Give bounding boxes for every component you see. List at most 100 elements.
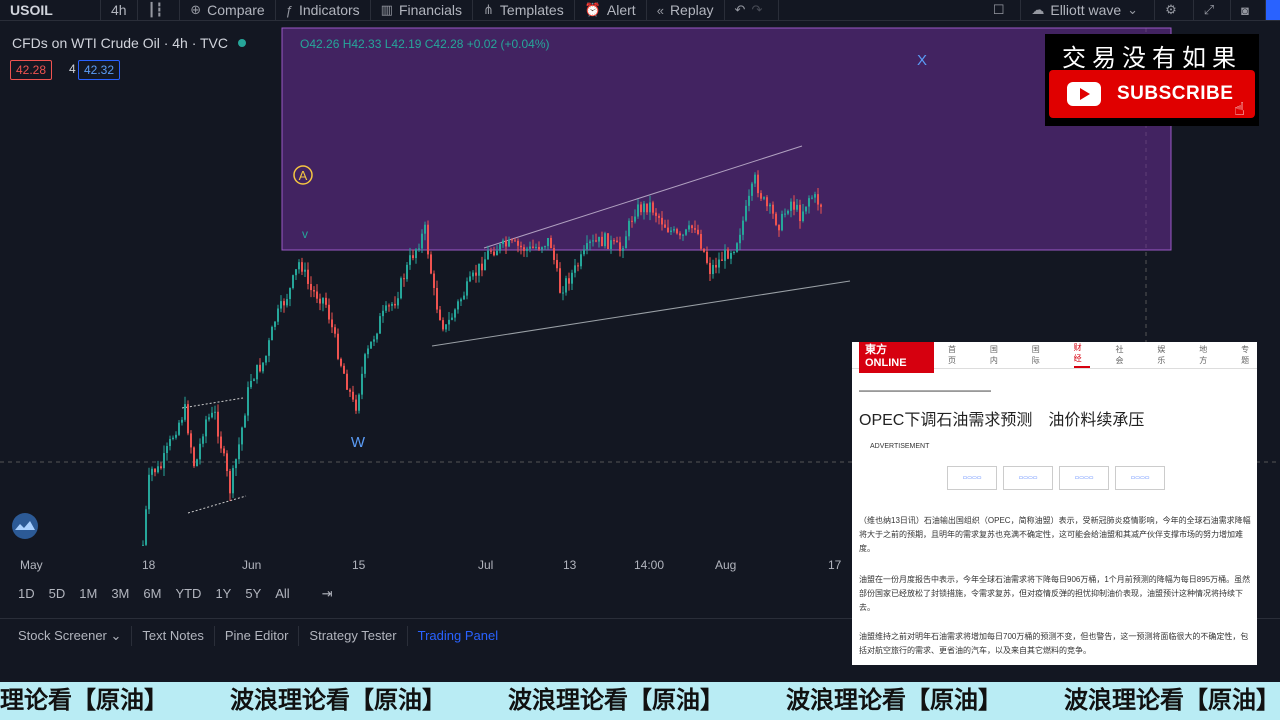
- news-nav-item[interactable]: 首页: [948, 344, 964, 366]
- range-all-button[interactable]: All: [275, 586, 289, 602]
- financials-button[interactable]: ▥ Financials: [371, 0, 473, 20]
- range-1d-button[interactable]: 1D: [18, 586, 35, 602]
- layout-name-button[interactable]: ☁ Elliott wave ⌄: [1021, 0, 1156, 20]
- candle-body: [334, 327, 336, 334]
- article-paragraph-2: 油盟在一份月度报告中表示，今年全球石油需求将下降每日906万桶，1个月前预测的降…: [859, 575, 1251, 612]
- undo-button[interactable]: ↶ ↷: [725, 0, 780, 20]
- fullscreen-button[interactable]: ⤢: [1194, 0, 1232, 20]
- replay-button[interactable]: « Replay: [647, 0, 725, 20]
- target-zone-rectangle[interactable]: [281, 27, 1172, 251]
- candle-body: [610, 240, 612, 249]
- tab-strategy-tester[interactable]: Strategy Tester: [299, 626, 408, 646]
- candle-body: [745, 205, 747, 221]
- range-5d-button[interactable]: 5D: [49, 586, 66, 602]
- news-nav-item[interactable]: 社会: [1116, 344, 1132, 366]
- range-6m-button[interactable]: 6M: [143, 586, 161, 602]
- date-range-icon[interactable]: ⇥: [322, 586, 333, 602]
- compare-button[interactable]: ⊕ Compare: [180, 0, 276, 20]
- candle-body: [190, 433, 192, 448]
- candle-body: [643, 203, 645, 213]
- candle-body: [322, 297, 324, 304]
- tab-trading-panel[interactable]: Trading Panel: [408, 626, 508, 646]
- templates-button[interactable]: ⋔ Templates: [473, 0, 575, 20]
- tv-logo-icon[interactable]: [12, 513, 38, 539]
- news-nav-item[interactable]: 专题: [1241, 344, 1257, 366]
- youtube-icon: [1067, 82, 1101, 106]
- candle-body: [772, 204, 774, 214]
- chevron-down-icon: ⌄: [1127, 2, 1139, 17]
- tab-text-notes[interactable]: Text Notes: [132, 626, 215, 646]
- publish-button[interactable]: [1266, 0, 1280, 20]
- candle-body: [766, 197, 768, 207]
- candle-body: [508, 239, 510, 247]
- candles-icon: ┃┇: [147, 2, 164, 17]
- candle-body: [199, 443, 201, 460]
- tab-stock-screener[interactable]: Stock Screener ⌄: [0, 626, 133, 646]
- candle-body: [811, 197, 813, 199]
- candle-body: [151, 468, 153, 475]
- settings-button[interactable]: ⚙: [1155, 0, 1194, 20]
- lower-channel-line[interactable]: [431, 280, 851, 347]
- ticker-text: 波浪理论看【原油】: [230, 687, 446, 714]
- candle-body: [295, 269, 297, 276]
- chevron-down-icon: ⌄: [110, 628, 122, 643]
- range-1y-button[interactable]: 1Y: [215, 586, 231, 602]
- snapshot-button[interactable]: ◙: [1231, 0, 1266, 20]
- candle-body: [784, 213, 786, 215]
- news-nav-item[interactable]: 地方: [1199, 344, 1215, 366]
- flag-lower-line[interactable]: [187, 495, 247, 514]
- news-nav-item[interactable]: 国内: [990, 344, 1006, 366]
- candle-body: [487, 250, 489, 260]
- candle-body: [340, 358, 342, 366]
- candle-body: [286, 299, 288, 306]
- interval-button[interactable]: 4h: [101, 0, 138, 20]
- alert-button[interactable]: ⏰ Alert: [575, 0, 647, 20]
- flag-upper-line[interactable]: [181, 397, 244, 409]
- candle-body: [748, 195, 750, 206]
- candle-body: [547, 237, 549, 247]
- wave-x-label: X: [917, 52, 927, 69]
- subscribe-button[interactable]: SUBSCRIBE ☝: [1049, 70, 1255, 119]
- candle-body: [166, 446, 168, 454]
- wave-v-label: v: [302, 227, 308, 241]
- candle-body: [400, 278, 402, 299]
- candle-body: [817, 194, 819, 205]
- news-nav-item[interactable]: 娱乐: [1157, 344, 1173, 366]
- range-3m-button[interactable]: 3M: [111, 586, 129, 602]
- candle-body: [448, 319, 450, 325]
- sell-price-button[interactable]: 42.28: [10, 60, 53, 80]
- compare-label: Compare: [207, 2, 265, 18]
- candle-body: [706, 251, 708, 263]
- indicators-label: Indicators: [298, 2, 360, 18]
- candle-body: [163, 453, 165, 469]
- range-1m-button[interactable]: 1M: [79, 586, 97, 602]
- ad-box[interactable]: ▭▭▭▭: [947, 466, 997, 490]
- candle-body: [688, 225, 690, 230]
- candle-body: [553, 248, 555, 260]
- subscribe-overlay: 交易没有如果 SUBSCRIBE ☝: [1045, 34, 1259, 126]
- news-nav-item[interactable]: 国际: [1032, 344, 1048, 366]
- buy-price-button[interactable]: 42.32: [78, 60, 121, 80]
- candle-body: [604, 233, 606, 247]
- indicators-button[interactable]: ƒ Indicators: [276, 0, 371, 20]
- ad-box[interactable]: ▭▭▭▭: [1003, 466, 1053, 490]
- bar-chart-icon: ▥: [380, 2, 393, 17]
- chart-type-button[interactable]: ┃┇: [138, 0, 181, 20]
- candle-body: [451, 317, 453, 320]
- range-5y-button[interactable]: 5Y: [245, 586, 261, 602]
- candle-body: [586, 243, 588, 250]
- financials-label: Financials: [398, 2, 462, 18]
- candle-body: [763, 197, 765, 199]
- ad-box[interactable]: ▭▭▭▭: [1115, 466, 1165, 490]
- tab-pine-editor[interactable]: Pine Editor: [215, 626, 300, 646]
- candle-body: [421, 233, 423, 249]
- tab-label: Stock Screener: [18, 628, 107, 643]
- range-ytd-button[interactable]: YTD: [175, 586, 201, 602]
- news-nav-item-active[interactable]: 财经: [1073, 342, 1090, 368]
- symbol-search[interactable]: USOIL: [0, 0, 101, 20]
- candle-body: [700, 234, 702, 249]
- candle-body: [442, 320, 444, 330]
- news-logo[interactable]: 東方ONLINE: [859, 342, 935, 373]
- ad-box[interactable]: ▭▭▭▭: [1059, 466, 1109, 490]
- layout-toggle[interactable]: ☐: [983, 0, 1022, 20]
